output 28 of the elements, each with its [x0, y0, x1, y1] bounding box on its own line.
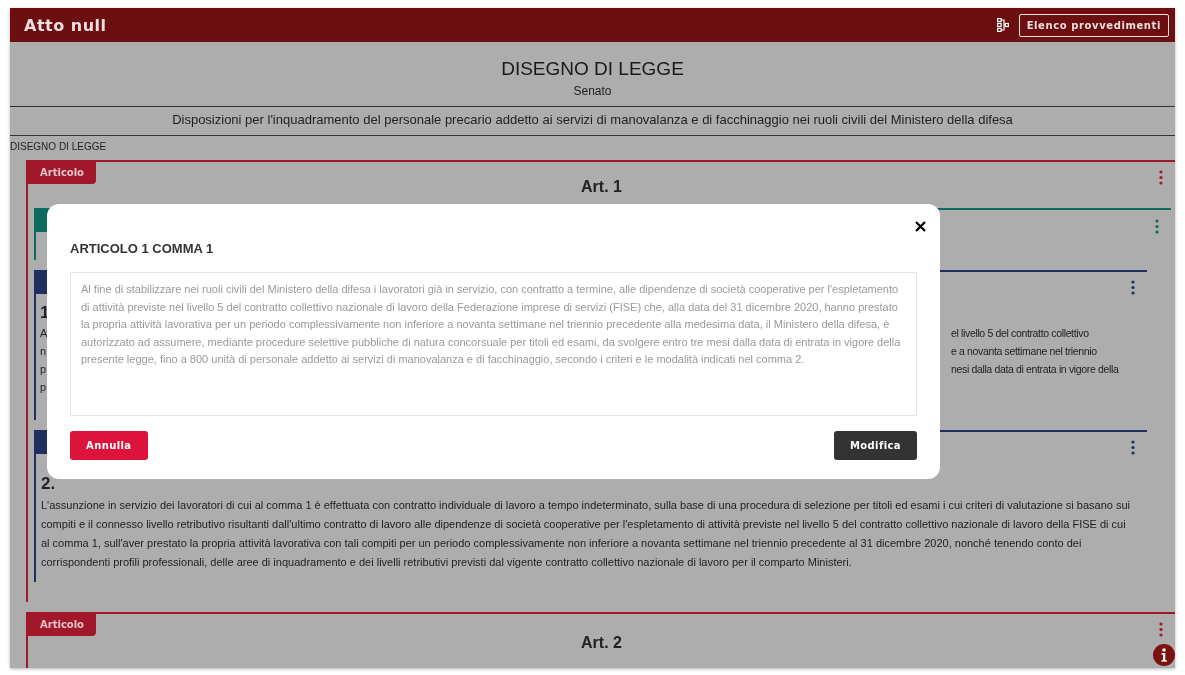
paragraph-text: n	[40, 344, 48, 359]
more-options-icon[interactable]	[1159, 622, 1163, 637]
document-title: DISEGNO DI LEGGE	[500, 58, 685, 80]
paragraph-text: p	[40, 380, 48, 395]
paragraph-text: e a novanta settimane nel triennio	[951, 344, 1097, 359]
paragraph-text: A	[40, 326, 49, 341]
close-icon[interactable]	[915, 221, 926, 232]
more-options-icon[interactable]	[1131, 440, 1135, 455]
document-subtitle: Disposizioni per l'inquadramento del personale precario addetto ai servizi di manovalanza e di facchinaggio nei ruoli civili del Ministero della difesa	[10, 107, 1175, 136]
more-options-icon[interactable]	[1159, 170, 1163, 185]
paragraph-text: el livello 5 del contratto collettivo	[951, 326, 1089, 341]
paragraph-number: 2.	[41, 474, 57, 494]
info-icon[interactable]	[1153, 644, 1175, 666]
section-label: DISEGNO DI LEGGE	[10, 140, 108, 154]
page-title: Atto null	[24, 15, 107, 35]
article-heading: Art. 2	[580, 634, 623, 652]
article-heading: Art. 1	[580, 178, 623, 196]
edit-button[interactable]: Modifica	[833, 431, 917, 460]
hierarchy-icon[interactable]	[996, 18, 1009, 32]
paragraph-text: L'assunzione in servizio dei lavoratori di cui al comma 1 è effettuata con contratto individuale di lavoro a tempo indeterminato, sulla base di una procedura di selezione per titoli ed esami i cui criteri di valutazione si basano sui compiti e il connesso livello retributivo risultanti dall'ultimo contratto di lavoro alle dipendenze di società cooperative per l'espletamento di attività previste nel livello 5 del contratto collettivo nazionale di lavoro della FISE di cui al comma 1, sull'aver prestato la propria attività lavorativa con tali compiti per un periodo complessivamente non inferiore a novanta settimane nel triennio precedente al 31 dicembre 2020, nonché tenendo conto dei corrispondenti profili professionali, delle aree di inquadramento e dei livelli retributivi previsti dal vigente contratto collettivo nazionale di lavoro per il comparto Ministeri.	[41, 498, 1132, 570]
list-button[interactable]: Elenco provvedimenti	[1018, 13, 1169, 37]
dialog-title: ARTICOLO 1 COMMA 1	[70, 241, 215, 256]
paragraph-text: p	[40, 362, 48, 377]
cancel-button[interactable]: Annulla	[70, 431, 148, 460]
paragraph-text: nesi dalla data di entrata in vigore della	[951, 362, 1119, 377]
more-options-icon[interactable]	[1155, 219, 1159, 234]
more-options-icon[interactable]	[1131, 280, 1135, 295]
chamber-label: Senato	[10, 84, 1175, 107]
